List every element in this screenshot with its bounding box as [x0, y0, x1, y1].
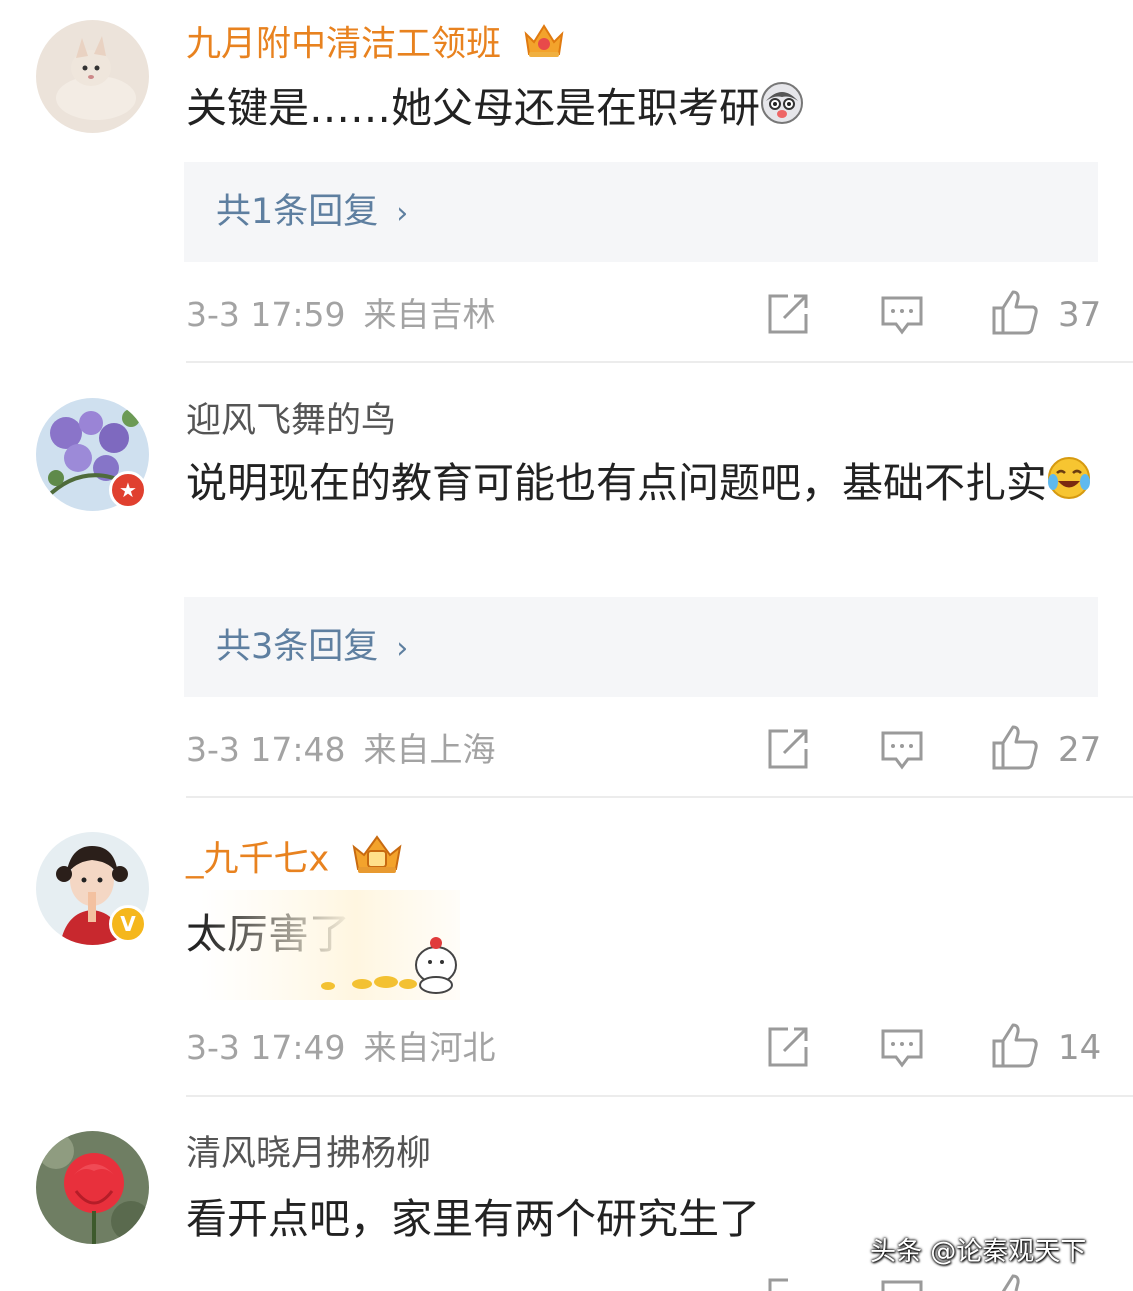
chevron-right-icon: ›: [396, 631, 409, 666]
like-icon[interactable]: [991, 1021, 1039, 1069]
avatar[interactable]: V: [36, 832, 149, 945]
timestamp: 3-3 17:48: [186, 730, 346, 769]
reply-box: 共1条回复 ›: [184, 162, 1098, 262]
timestamp: 3-3 17:49: [186, 1028, 346, 1067]
star-badge-icon: ★: [109, 471, 147, 509]
timestamp: 3-3 17:59: [186, 295, 346, 334]
crown-icon: [522, 20, 566, 71]
like-icon[interactable]: [991, 1272, 1039, 1291]
like-count: 14: [1058, 1028, 1102, 1068]
comment-icon[interactable]: [880, 292, 924, 336]
verified-badge-icon: V: [109, 905, 147, 943]
comment-meta: 3-3 17:48 来自上海: [186, 730, 496, 770]
like-icon[interactable]: [991, 288, 1039, 336]
comment-icon[interactable]: [880, 1025, 924, 1069]
divider: [186, 1095, 1133, 1097]
location: 来自上海: [363, 730, 496, 769]
comment-icon[interactable]: [880, 1276, 924, 1291]
avatar[interactable]: [36, 1131, 149, 1244]
crown-icon: [350, 833, 404, 888]
like-count: 37: [1058, 295, 1102, 335]
husky-emoji-icon: [760, 79, 804, 143]
watermark: 头条 @论秦观天下: [870, 1237, 1087, 1267]
comment-icon[interactable]: [880, 727, 924, 771]
avatar[interactable]: [36, 20, 149, 133]
username[interactable]: 清风晓月拂杨柳: [186, 1132, 431, 1176]
view-replies-link[interactable]: 共1条回复 ›: [216, 190, 408, 236]
comment-meta: 3-3 17:59 来自吉林: [186, 295, 496, 335]
location: 来自河北: [363, 1028, 496, 1067]
username[interactable]: 九月附中清洁工领班: [186, 20, 566, 71]
username[interactable]: _九千七x: [186, 833, 404, 888]
location: 来自吉林: [363, 295, 496, 334]
share-icon[interactable]: [766, 727, 810, 771]
share-icon[interactable]: [766, 1025, 810, 1069]
view-replies-link[interactable]: 共3条回复 ›: [216, 625, 408, 671]
username[interactable]: 迎风飞舞的鸟: [186, 399, 396, 443]
avatar[interactable]: ★: [36, 398, 149, 511]
comment-text: 关键是……她父母还是在职考研: [186, 76, 1106, 143]
reply-box: 共3条回复 ›: [184, 597, 1098, 697]
lucky-cat-sticker-icon: [200, 890, 460, 1000]
chevron-right-icon: ›: [396, 196, 409, 231]
divider: [186, 796, 1133, 798]
like-icon[interactable]: [991, 723, 1039, 771]
share-icon[interactable]: [766, 292, 810, 336]
share-icon[interactable]: [766, 1276, 810, 1291]
comment-text: 说明现在的教育可能也有点问题吧，基础不扎实: [186, 451, 1106, 518]
divider: [186, 361, 1133, 363]
comment-meta: 3-3 17:49 来自河北: [186, 1028, 496, 1068]
laughing-tears-emoji-icon: [1047, 454, 1091, 518]
like-count: 27: [1058, 730, 1102, 770]
